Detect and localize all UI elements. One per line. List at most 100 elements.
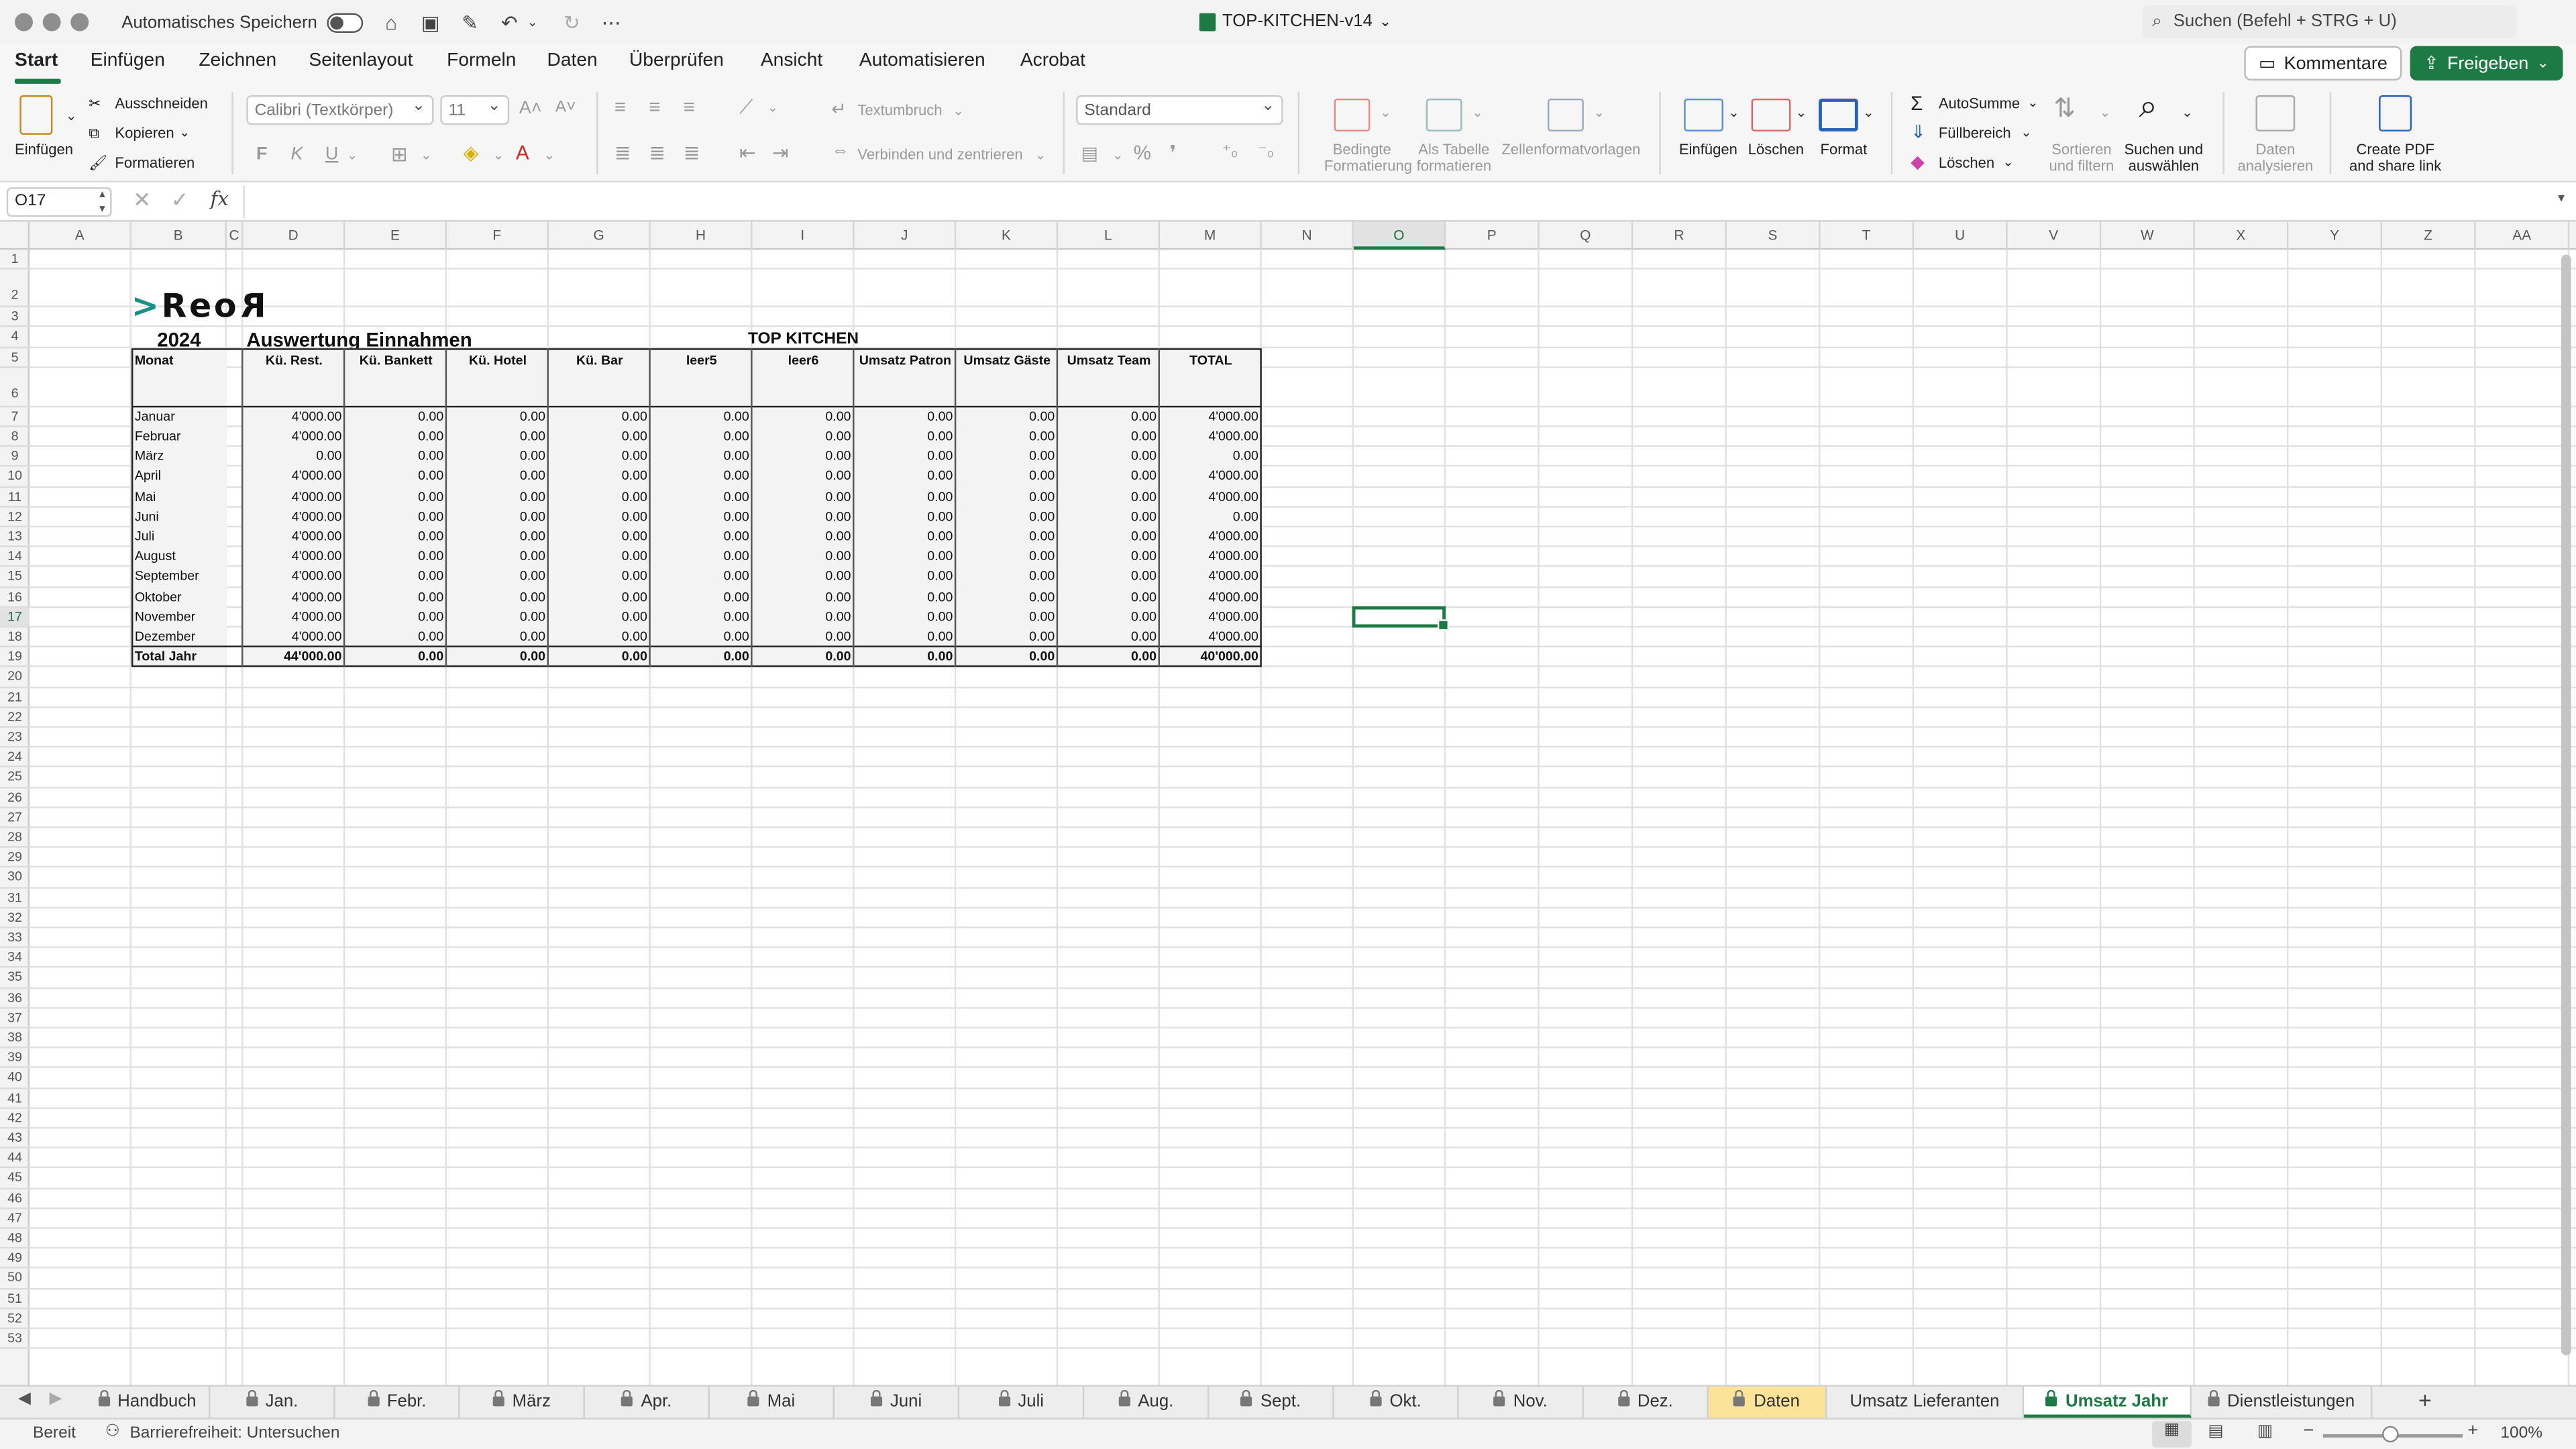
row-header-15[interactable]: 15 (0, 568, 30, 588)
name-box[interactable]: O17 ▴ ▾ (6, 187, 112, 217)
row-header-47[interactable]: 47 (0, 1209, 30, 1229)
fill-color-icon[interactable]: ◈ (464, 142, 479, 164)
conditional-format-dropdown-icon[interactable]: ⌄ (1380, 105, 1391, 120)
row-header-24[interactable]: 24 (0, 748, 30, 768)
select-all-corner[interactable] (0, 221, 30, 250)
row-header-9[interactable]: 9 (0, 447, 30, 468)
font-size-dropdown[interactable]: 11 (440, 95, 510, 125)
decrease-indent-icon[interactable]: ⇤ (739, 142, 756, 164)
row-header-17[interactable]: 17 (0, 607, 30, 628)
selected-cell[interactable] (1352, 606, 1450, 631)
tab-ueberpruefen[interactable]: Überprüfen (629, 51, 724, 70)
row-header-6[interactable]: 6 (0, 368, 30, 407)
sheet-tab[interactable]: Handbuch (85, 1386, 211, 1418)
copy-button[interactable]: Kopieren (115, 125, 174, 141)
conditional-format-icon[interactable] (1334, 98, 1371, 131)
font-color-icon[interactable]: A (516, 142, 529, 164)
row-header-14[interactable]: 14 (0, 547, 30, 568)
cancel-entry-icon[interactable]: ✕ (133, 187, 151, 213)
row-header-22[interactable]: 22 (0, 708, 30, 728)
column-header-A[interactable]: A (30, 221, 131, 250)
orientation-icon[interactable]: ⟋ (739, 95, 753, 120)
sheet-tab[interactable]: Umsatz Lieferanten (1827, 1386, 2025, 1418)
row-header-21[interactable]: 21 (0, 688, 30, 708)
sheet-tab[interactable]: Juni (835, 1386, 960, 1418)
tab-automatisieren[interactable]: Automatisieren (859, 51, 985, 70)
column-header-L[interactable]: L (1058, 221, 1160, 250)
row-header-13[interactable]: 13 (0, 527, 30, 547)
as-table-button[interactable]: Als Tabelle formatieren (1413, 142, 1495, 174)
confirm-entry-icon[interactable]: ✓ (171, 187, 189, 213)
expand-formula-icon[interactable]: ▾ (2558, 191, 2565, 205)
find-select-button[interactable]: Suchen und auswählen (2123, 142, 2204, 174)
paste-dropdown-icon[interactable]: ⌄ (66, 109, 76, 123)
row-header-50[interactable]: 50 (0, 1269, 30, 1289)
tab-zeichnen[interactable]: Zeichnen (199, 51, 276, 70)
row-header-52[interactable]: 52 (0, 1309, 30, 1330)
save-icon[interactable]: ▣ (419, 11, 442, 34)
increase-indent-icon[interactable]: ⇥ (772, 142, 789, 164)
increase-font-icon[interactable]: A˄ (519, 99, 542, 118)
row-header-10[interactable]: 10 (0, 467, 30, 488)
zoom-level[interactable]: 100% (2500, 1424, 2542, 1442)
row-header-30[interactable]: 30 (0, 868, 30, 888)
row-header-4[interactable]: 4 (0, 327, 30, 348)
document-title[interactable]: TOP-KITCHEN-v14 ⌄ (1199, 11, 1391, 32)
analyze-data-button[interactable]: Daten analysieren (2235, 142, 2316, 174)
zoom-slider-handle[interactable] (2382, 1426, 2399, 1443)
sheet-tab[interactable]: März (460, 1386, 585, 1418)
italic-button[interactable]: K (290, 145, 303, 164)
column-header-J[interactable]: J (854, 221, 957, 250)
autosum-dropdown-icon[interactable]: ⌄ (2027, 95, 2038, 110)
merge-icon[interactable]: ⇔ (831, 142, 849, 161)
column-header-Y[interactable]: Y (2288, 221, 2383, 250)
sheet-tab[interactable]: Umsatz Jahr (2024, 1386, 2192, 1418)
format-cells-button[interactable]: Format (1820, 142, 1867, 158)
eraser-icon[interactable]: ◆ (1911, 151, 1925, 172)
tab-daten[interactable]: Daten (547, 51, 598, 70)
column-header-H[interactable]: H (651, 221, 753, 250)
fill-color-dropdown-icon[interactable]: ⌄ (493, 148, 504, 162)
column-header-U[interactable]: U (1914, 221, 2008, 250)
vertical-scrollbar[interactable] (2561, 254, 2571, 1356)
column-header-K[interactable]: K (956, 221, 1059, 250)
row-header-25[interactable]: 25 (0, 768, 30, 788)
column-header-X[interactable]: X (2195, 221, 2289, 250)
delete-cells-dropdown-icon[interactable]: ⌄ (1796, 105, 1807, 120)
row-header-42[interactable]: 42 (0, 1109, 30, 1129)
accessibility-icon[interactable]: ⚇ (105, 1423, 120, 1441)
tab-start[interactable]: Start (15, 51, 58, 70)
decrease-font-icon[interactable]: A˅ (555, 99, 576, 117)
sheet-tab[interactable]: Dez. (1584, 1386, 1709, 1418)
row-header-32[interactable]: 32 (0, 908, 30, 928)
column-header-M[interactable]: M (1160, 221, 1262, 250)
sort-filter-dropdown-icon[interactable]: ⌄ (2100, 105, 2110, 120)
sheet-tab[interactable]: Febr. (335, 1386, 460, 1418)
next-sheet-icon[interactable]: ▶ (49, 1390, 62, 1408)
tab-formeln[interactable]: Formeln (447, 51, 516, 70)
row-header-11[interactable]: 11 (0, 487, 30, 508)
row-header-19[interactable]: 19 (0, 647, 30, 668)
row-header-34[interactable]: 34 (0, 949, 30, 969)
wrap-text-button[interactable]: Textumbruch (857, 102, 942, 118)
copy-icon[interactable]: ⧉ (89, 125, 99, 143)
wrap-text-dropdown-icon[interactable]: ⌄ (953, 103, 963, 118)
zoom-in-icon[interactable]: + (2467, 1421, 2478, 1440)
fill-button[interactable]: Füllbereich (1939, 125, 2011, 141)
decrease-decimal-icon[interactable]: ⁻₀ (1258, 143, 1274, 161)
undo-dropdown-icon[interactable]: ⌄ (521, 11, 544, 34)
undo-icon[interactable]: ↶ (498, 11, 521, 34)
sheet-tab[interactable]: Jan. (210, 1386, 335, 1418)
insert-cells-dropdown-icon[interactable]: ⌄ (1728, 105, 1739, 120)
align-top-icon[interactable]: ≡ (614, 95, 626, 118)
comments-button[interactable]: ▭ Kommentare (2244, 46, 2402, 81)
format-painter-button[interactable]: Formatieren (115, 154, 195, 170)
zoom-window-icon[interactable] (70, 13, 89, 32)
row-header-33[interactable]: 33 (0, 928, 30, 949)
column-header-O[interactable]: O (1353, 221, 1446, 250)
row-header-46[interactable]: 46 (0, 1189, 30, 1209)
autosum-button[interactable]: AutoSumme (1939, 95, 2020, 111)
row-header-35[interactable]: 35 (0, 968, 30, 989)
analyze-data-icon[interactable] (2255, 95, 2296, 131)
column-header-I[interactable]: I (753, 221, 855, 250)
